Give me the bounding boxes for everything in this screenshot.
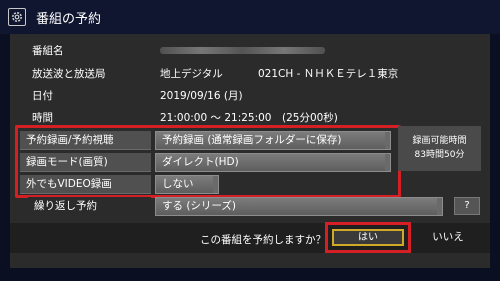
page-title: 番組の予約 bbox=[36, 12, 102, 27]
date-label: 日付 bbox=[32, 90, 53, 102]
confirm-question: この番組を予約しますか？ bbox=[200, 234, 326, 246]
available-label: 録画可能時間 bbox=[412, 136, 467, 146]
broadcast-label: 放送波と放送局 bbox=[32, 68, 106, 80]
time-label: 時間 bbox=[32, 112, 53, 124]
highlight-box bbox=[15, 125, 401, 198]
repeat-value: する (シリーズ) bbox=[162, 200, 237, 212]
help-button[interactable]: ? bbox=[454, 197, 480, 215]
title-bar: 番組の予約 bbox=[0, 0, 500, 34]
field-edge bbox=[437, 198, 442, 215]
broadcast-channel: 021CH - ＮＨＫＥテレ１東京 bbox=[258, 68, 399, 80]
yes-button[interactable]: はい bbox=[332, 229, 404, 246]
broadcast-wave: 地上デジタル bbox=[160, 68, 223, 80]
date-value: 2019/09/16 (月) bbox=[160, 90, 243, 102]
yes-button-highlight: はい bbox=[325, 222, 411, 253]
program-name-label: 番組名 bbox=[32, 45, 64, 57]
gear-icon bbox=[8, 8, 26, 26]
repeat-select[interactable]: する (シリーズ) bbox=[155, 197, 443, 216]
recording-available-box: 録画可能時間 83時間50分 bbox=[398, 126, 481, 171]
bottom-bar bbox=[0, 268, 500, 281]
available-value: 83時間50分 bbox=[414, 150, 465, 160]
program-name-value-blurred bbox=[160, 47, 325, 54]
time-value: 21:00:00 ～ 21:25:00 (25分00秒) bbox=[160, 112, 338, 124]
no-button[interactable]: いいえ bbox=[416, 227, 480, 247]
repeat-label: 繰り返し予約 bbox=[28, 197, 151, 216]
